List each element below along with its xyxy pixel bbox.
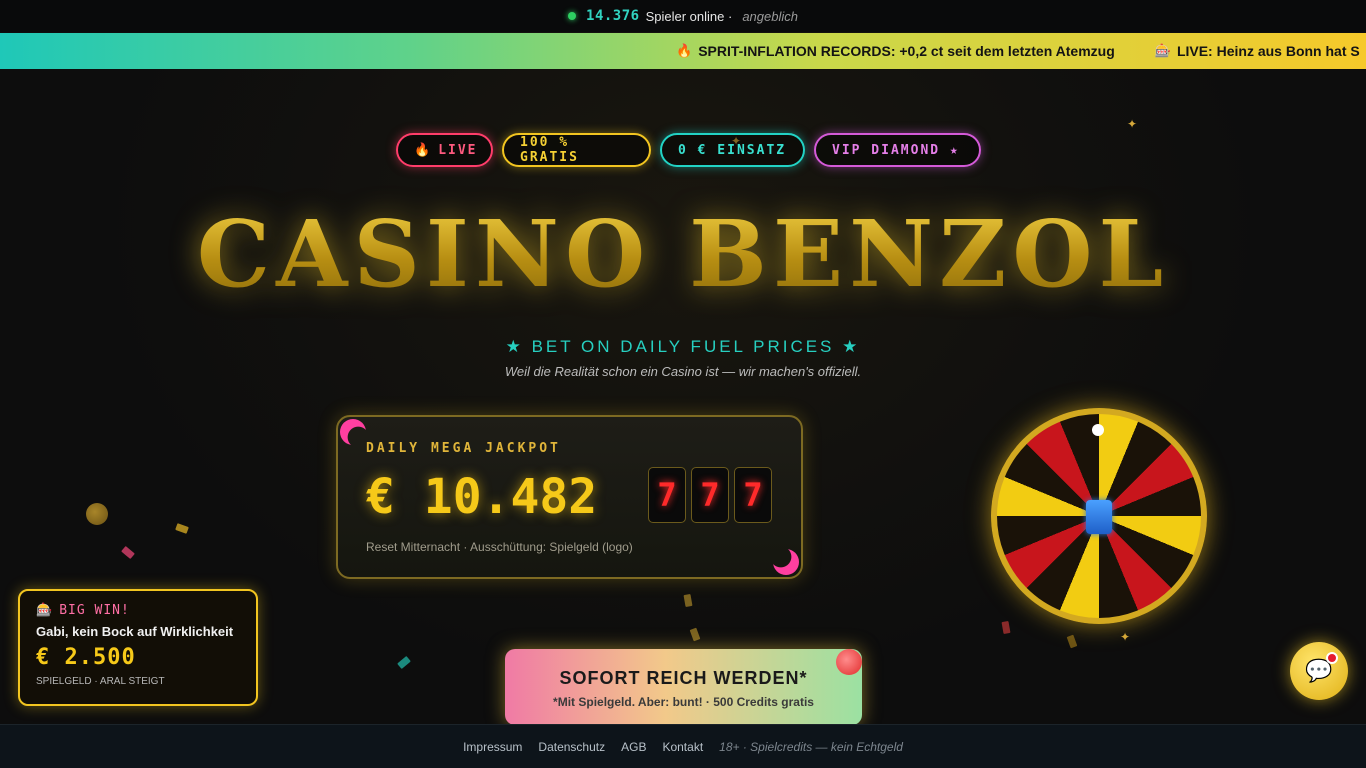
slot-reel: 7 [691,467,729,523]
footer-link-agb[interactable]: AGB [621,740,646,754]
fortune-wheel[interactable] [991,408,1207,624]
notification-dot [1326,652,1338,664]
badge-vip: VIP DIAMOND ★ [814,133,981,167]
flame-icon: 🔥 [676,43,693,58]
slot-reel: 7 [648,467,686,523]
online-label: Spieler online · [645,8,733,24]
footer-link-datenschutz[interactable]: Datenschutz [538,740,605,754]
feature-badges: 🔥 LIVE 100 % GRATIS 0 € EINSATZ VIP DIAM… [396,133,981,167]
subtagline: Weil die Realität schon ein Casino ist —… [504,364,862,379]
badge-einsatz: 0 € EINSATZ [660,133,805,167]
wheel-ball [1092,424,1104,436]
footer-link-impressum[interactable]: Impressum [463,740,522,754]
big-win-header: 🎰 BIG WIN! [36,603,240,618]
sparkle-icon: ✦ [1127,117,1138,131]
big-win-label: BIG WIN! [59,603,130,618]
jackpot-amount: € 10.482 [366,469,598,525]
badge-einsatz-label: 0 € EINSATZ [678,142,787,158]
big-win-card: 🎰 BIG WIN! Gabi, kein Bock auf Wirklichk… [18,589,258,706]
big-win-note: SPIELGELD · ARAL STEIGT [36,676,165,687]
chat-button[interactable]: 💬 [1290,642,1348,700]
badge-gratis: 100 % GRATIS [502,133,651,167]
online-qualifier: angeblich [742,8,798,24]
badge-gratis-label: 100 % GRATIS [520,135,579,165]
jackpot-note: Reset Mitternacht · Ausschüttung: Spielg… [366,540,633,554]
cta-badge-icon [836,649,862,675]
online-count: 14.376 [586,8,640,24]
slot-reels: 7 7 7 [648,467,772,523]
jackpot-label: DAILY MEGA JACKPOT [366,441,561,456]
sparkle-icon: ✦ [1120,630,1131,644]
fuel-barrel-icon [1086,500,1112,534]
flame-icon: 🔥 [414,142,433,158]
big-win-amount: € 2.500 [36,645,136,670]
ticker-item: 🎰 LIVE: Heinz aus Bonn hat S [1155,43,1360,59]
footer-link-kontakt[interactable]: Kontakt [662,740,703,754]
badge-vip-label: VIP DIAMOND ★ [832,142,960,158]
footer-disclaimer: 18+ · Spielcredits — kein Echtgeld [719,739,903,754]
cta-title: SOFORT REICH WERDEN* [559,668,808,688]
ticker-text: LIVE: Heinz aus Bonn hat S [1176,43,1360,59]
ticker-item: 🔥 SPRIT-INFLATION RECORDS: +0,2 ct seit … [676,43,1115,59]
news-ticker: 🔥 SPRIT-INFLATION RECORDS: +0,2 ct seit … [0,33,1366,69]
online-indicator-icon [568,12,577,20]
cta-subtitle: *Mit Spielgeld. Aber: bunt! · 500 Credit… [553,695,814,709]
page-title: CASINO BENZOL [0,200,1366,308]
badge-live: 🔥 LIVE [396,133,493,167]
get-rich-button[interactable]: SOFORT REICH WERDEN* *Mit Spielgeld. Abe… [505,649,862,725]
slot-machine-icon: 🎰 [36,603,54,618]
site-footer: Impressum Datenschutz AGB Kontakt 18+ · … [0,724,1366,768]
tagline: ★ BET ON DAILY FUEL PRICES ★ [505,337,861,356]
ticker-track: 🔥 SPRIT-INFLATION RECORDS: +0,2 ct seit … [676,33,1360,69]
slot-reel: 7 [734,467,772,523]
corner-decoration [773,549,799,575]
jackpot-card: DAILY MEGA JACKPOT € 10.482 7 7 7 Reset … [336,415,803,579]
ticker-text: SPRIT-INFLATION RECORDS: +0,2 ct seit de… [698,43,1115,59]
corner-decoration [340,419,366,445]
slot-machine-icon: 🎰 [1154,43,1171,58]
coin-decoration [86,503,108,525]
big-win-name: Gabi, kein Bock auf Wirklichkeit [36,624,234,639]
online-status-bar: 14.376 Spieler online · angeblich [0,0,1366,32]
badge-live-label: LIVE [438,142,478,158]
